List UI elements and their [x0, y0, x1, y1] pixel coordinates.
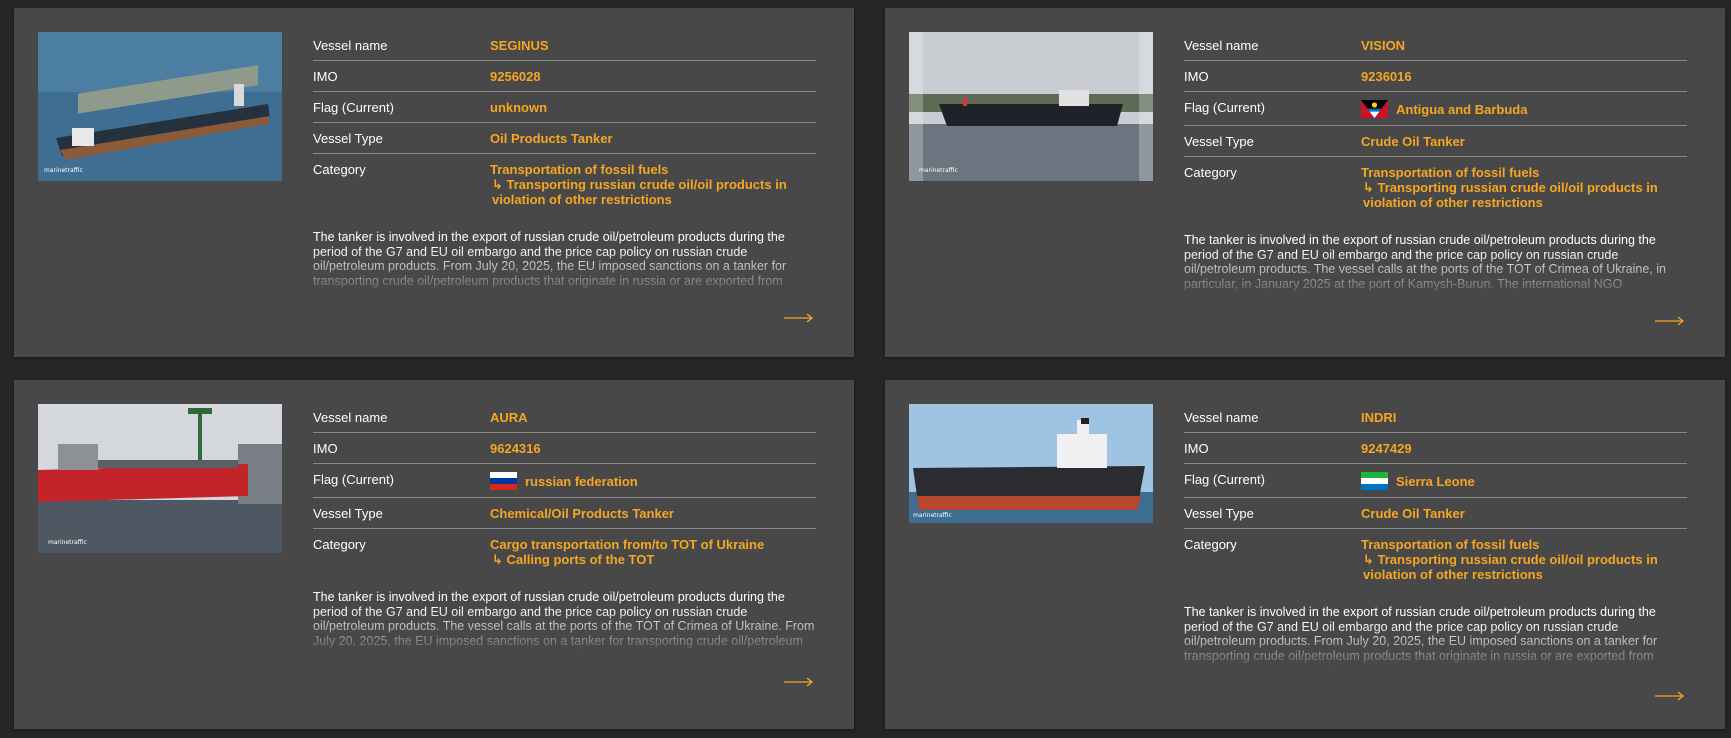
category-main: Cargo transportation from/to TOT of Ukra… — [490, 537, 765, 552]
category-main: Transportation of fossil fuels — [1361, 165, 1540, 180]
vessel-description: The tanker is involved in the export of … — [313, 590, 815, 650]
photo-credit: marinetraffic — [919, 167, 958, 174]
category-main: Transportation of fossil fuels — [1361, 537, 1540, 552]
flag-label: Flag (Current) — [1184, 100, 1265, 115]
flag-label: Flag (Current) — [313, 472, 394, 487]
antigua-flag-icon — [1361, 100, 1388, 118]
vessel-name-label: Vessel name — [313, 410, 388, 425]
vessel-type-value: Crude Oil Tanker — [1361, 506, 1465, 521]
imo-value: 9247429 — [1361, 441, 1412, 456]
imo-label: IMO — [1184, 69, 1209, 84]
flag-label: Flag (Current) — [313, 100, 394, 115]
imo-value: 9236016 — [1361, 69, 1412, 84]
category-main: Transportation of fossil fuels — [490, 162, 669, 177]
row-category: Category Cargo transportation from/to TO… — [313, 529, 816, 574]
arrow-right-icon[interactable] — [1655, 316, 1685, 326]
category-label: Category — [313, 537, 366, 552]
category-value: Transportation of fossil fuels ↳ Transpo… — [490, 162, 816, 207]
vessel-type-label: Vessel Type — [313, 131, 383, 146]
vessel-type-value: Crude Oil Tanker — [1361, 134, 1465, 149]
vessel-name-label: Vessel name — [1184, 410, 1259, 425]
category-label: Category — [1184, 165, 1237, 180]
vessel-name-label: Vessel name — [1184, 38, 1259, 53]
row-vessel-type: Vessel Type Crude Oil Tanker — [1184, 126, 1687, 157]
flag-value-wrap: russian federation — [490, 472, 638, 490]
row-category: Category Transportation of fossil fuels … — [1184, 157, 1687, 217]
row-imo: IMO 9624316 — [313, 433, 816, 464]
category-sub: ↳ Transporting russian crude oil/oil pro… — [492, 177, 787, 207]
flag-value-wrap: Antigua and Barbuda — [1361, 100, 1527, 118]
row-flag: Flag (Current) Antigua and Barbuda — [1184, 92, 1687, 126]
vessel-card-seginus[interactable]: marinetraffic Vessel name SEGINUS IMO 92… — [14, 8, 854, 357]
vessel-name-value: AURA — [490, 410, 528, 425]
sierra-leone-flag-icon — [1361, 472, 1388, 490]
photo-credit: marinetraffic — [48, 539, 87, 546]
imo-label: IMO — [313, 69, 338, 84]
vessel-card-vision[interactable]: marinetraffic Vessel name VISION IMO 923… — [885, 8, 1725, 357]
category-label: Category — [1184, 537, 1237, 552]
row-category: Category Transportation of fossil fuels … — [1184, 529, 1687, 589]
photo-credit: marinetraffic — [913, 512, 952, 519]
vessel-description: The tanker is involved in the export of … — [313, 230, 787, 290]
vessel-photo: marinetraffic — [909, 404, 1153, 523]
vessel-name-value: SEGINUS — [490, 38, 549, 53]
flag-value: Antigua and Barbuda — [1396, 101, 1528, 117]
row-vessel-type: Vessel Type Crude Oil Tanker — [1184, 498, 1687, 529]
vessel-name-value: VISION — [1361, 38, 1406, 53]
row-vessel-name: Vessel name SEGINUS — [313, 30, 816, 61]
vessel-type-value: Oil Products Tanker — [490, 131, 613, 146]
vessel-photo: marinetraffic — [38, 32, 282, 181]
vessel-card-aura[interactable]: marinetraffic Vessel name AURA IMO 96243… — [14, 380, 854, 729]
row-vessel-name: Vessel name INDRI — [1184, 402, 1687, 433]
category-sub: ↳ Transporting russian crude oil/oil pro… — [1363, 552, 1658, 582]
row-vessel-type: Vessel Type Oil Products Tanker — [313, 123, 816, 154]
vessel-name-label: Vessel name — [313, 38, 388, 53]
row-flag: Flag (Current) unknown — [313, 92, 816, 123]
arrow-right-icon[interactable] — [1655, 691, 1685, 701]
vessel-info: Vessel name SEGINUS IMO 9256028 Flag (Cu… — [313, 30, 816, 290]
vessel-info: Vessel name AURA IMO 9624316 Flag (Curre… — [313, 402, 816, 650]
russia-flag-icon — [490, 472, 517, 490]
category-label: Category — [313, 162, 366, 177]
imo-label: IMO — [313, 441, 338, 456]
vessel-type-label: Vessel Type — [313, 506, 383, 521]
vessel-info: Vessel name VISION IMO 9236016 Flag (Cur… — [1184, 30, 1687, 293]
row-vessel-name: Vessel name AURA — [313, 402, 816, 433]
category-sub: ↳ Calling ports of the TOT — [492, 552, 655, 567]
category-value: Transportation of fossil fuels ↳ Transpo… — [1361, 165, 1687, 210]
category-sub: ↳ Transporting russian crude oil/oil pro… — [1363, 180, 1658, 210]
vessel-card-indri[interactable]: marinetraffic Vessel name INDRI IMO 9247… — [885, 380, 1725, 729]
row-vessel-name: Vessel name VISION — [1184, 30, 1687, 61]
vessel-photo: marinetraffic — [38, 404, 282, 553]
row-flag: Flag (Current) Sierra Leone — [1184, 464, 1687, 498]
row-vessel-type: Vessel Type Chemical/Oil Products Tanker — [313, 498, 816, 529]
row-category: Category Transportation of fossil fuels … — [313, 154, 816, 214]
row-flag: Flag (Current) russian federation — [313, 464, 816, 498]
imo-value: 9256028 — [490, 69, 541, 84]
arrow-right-icon[interactable] — [784, 677, 814, 687]
arrow-right-icon[interactable] — [784, 313, 814, 323]
vessel-description: The tanker is involved in the export of … — [1184, 233, 1666, 293]
imo-label: IMO — [1184, 441, 1209, 456]
category-value: Cargo transportation from/to TOT of Ukra… — [490, 537, 764, 567]
flag-value: russian federation — [525, 473, 638, 489]
flag-label: Flag (Current) — [1184, 472, 1265, 487]
row-imo: IMO 9247429 — [1184, 433, 1687, 464]
row-imo: IMO 9256028 — [313, 61, 816, 92]
vessel-info: Vessel name INDRI IMO 9247429 Flag (Curr… — [1184, 402, 1687, 665]
flag-value: unknown — [490, 100, 548, 115]
photo-credit: marinetraffic — [44, 167, 83, 174]
vessel-photo: marinetraffic — [909, 32, 1153, 181]
row-imo: IMO 9236016 — [1184, 61, 1687, 92]
vessel-name-value: INDRI — [1361, 410, 1397, 425]
category-value: Transportation of fossil fuels ↳ Transpo… — [1361, 537, 1687, 582]
vessel-description: The tanker is involved in the export of … — [1184, 605, 1658, 665]
vessel-type-label: Vessel Type — [1184, 506, 1254, 521]
imo-value: 9624316 — [490, 441, 541, 456]
vessel-type-label: Vessel Type — [1184, 134, 1254, 149]
flag-value: Sierra Leone — [1396, 473, 1475, 489]
flag-value-wrap: Sierra Leone — [1361, 472, 1475, 490]
vessel-type-value: Chemical/Oil Products Tanker — [490, 506, 674, 521]
